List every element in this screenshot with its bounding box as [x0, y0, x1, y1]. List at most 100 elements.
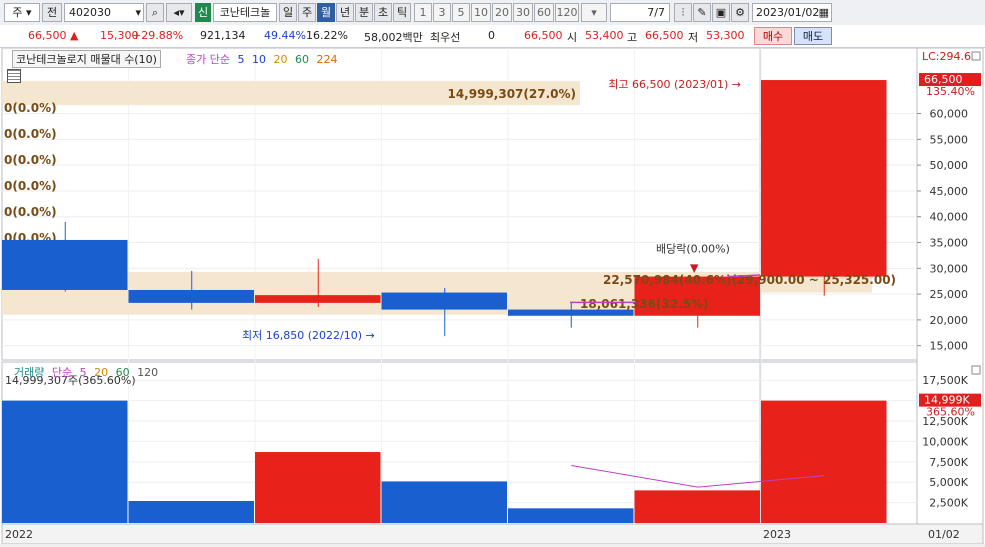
calendar-icon[interactable]: ▦ — [819, 4, 829, 21]
price-scroll-marker[interactable] — [971, 51, 981, 61]
chart-area[interactable]: 14,999,307(27.0%) 0(0.0%) 0(0.0%) 0(0.0%) 0(… — [0, 47, 985, 545]
period-year[interactable]: 년 — [336, 3, 354, 22]
axis-top-label: LC:294.66 — [922, 50, 978, 63]
interval-custom[interactable]: ▾ — [581, 3, 607, 22]
volume-profile-zero-label: 0(0.0%) — [4, 179, 57, 193]
candle-body[interactable] — [255, 295, 381, 303]
period-second[interactable]: 초 — [374, 3, 392, 22]
volume-panel-title: 거래량 단순 5 20 60 120 — [14, 366, 159, 379]
volume-scroll-marker[interactable] — [971, 365, 981, 375]
price-tick-label: 55,000 — [930, 133, 969, 146]
interval-30[interactable]: 30 — [513, 3, 533, 22]
buy-button[interactable]: 매수 — [754, 27, 792, 45]
interval-1[interactable]: 1 — [414, 3, 432, 22]
interval-10[interactable]: 10 — [471, 3, 491, 22]
search-icon[interactable]: ⌕ — [146, 3, 164, 22]
ma-legend: 종가 단순 5 10 20 60 224 — [186, 51, 337, 67]
volume-bar[interactable] — [255, 452, 381, 523]
volume-profile-zero-label: 0(0.0%) — [4, 127, 57, 141]
priority-value: 0 — [488, 29, 495, 42]
vol-legend-120: 120 — [133, 366, 159, 379]
price-tick-label: 45,000 — [930, 185, 969, 198]
interval-20[interactable]: 20 — [492, 3, 512, 22]
candle-body[interactable] — [381, 292, 508, 310]
volume-profile-zero-label: 0(0.0%) — [4, 153, 57, 167]
volume-value: 921,134 — [200, 29, 246, 42]
ma-legend-10: 10 — [248, 53, 266, 66]
volume-bar[interactable] — [508, 508, 634, 523]
volume-tick-label: 17,500K — [922, 374, 968, 387]
x-axis-label-2022: 2022 — [5, 528, 33, 541]
close-price: 66,500 — [524, 29, 563, 42]
table-icon[interactable] — [7, 69, 21, 83]
price-tick-label: 25,000 — [930, 288, 969, 301]
gear-icon[interactable]: ⚙ — [731, 3, 749, 22]
market-select[interactable]: 주 ▾ — [4, 3, 40, 22]
x-axis-corner-label: 01/02 — [928, 528, 960, 541]
annotation-dividend: 배당락(0.00%) — [656, 242, 730, 255]
candle-body[interactable] — [2, 239, 128, 290]
draw-tool-icon[interactable]: ✎ — [693, 3, 711, 22]
price-tick-label: 60,000 — [930, 108, 969, 121]
current-price: 66,500 ▲ — [28, 29, 79, 42]
price-tick-label: 20,000 — [930, 314, 969, 327]
dividend-marker-icon: ▼ — [690, 261, 699, 274]
price-tick-label: 15,000 — [930, 340, 969, 353]
price-tick-label: 50,000 — [930, 159, 969, 172]
candle-body[interactable] — [128, 289, 255, 303]
quote-bar: 66,500 ▲ 15,300 +29.88% 921,134 49.44% 1… — [0, 25, 985, 48]
period-minute[interactable]: 분 — [355, 3, 373, 22]
date-field[interactable]: 2023/01/02 ▦ — [752, 3, 832, 22]
chart-svg[interactable]: 14,999,307(27.0%) 0(0.0%) 0(0.0%) 0(0.0%) 0(… — [0, 47, 985, 545]
price-tick-label: 40,000 — [930, 211, 969, 224]
axis-pct-tag: 135.40% — [926, 85, 975, 98]
volume-bar[interactable] — [128, 500, 255, 523]
vol-legend-60: 60 — [112, 366, 130, 379]
code-input[interactable]: 402030 ▾ — [64, 3, 144, 22]
price-panel-title[interactable]: 코난테크놀로지 매물대 수(10) — [12, 50, 161, 68]
interval-120[interactable]: 120 — [555, 3, 579, 22]
annotation-high: 최고 66,500 (2023/01) → — [608, 78, 741, 91]
open-label: 시 — [567, 31, 578, 44]
volume-profile-zero-label: 0(0.0%) — [4, 205, 57, 219]
volume-bar[interactable] — [634, 490, 761, 523]
interval-5[interactable]: 5 — [452, 3, 470, 22]
period-week[interactable]: 주 — [298, 3, 316, 22]
priority-label: 최우선 — [430, 31, 461, 44]
high-label: 고 — [627, 31, 638, 44]
low-price: 53,300 — [706, 29, 745, 42]
sell-button[interactable]: 매도 — [794, 27, 832, 45]
period-tick[interactable]: 틱 — [393, 3, 411, 22]
volume-bar[interactable] — [761, 400, 887, 523]
volume-bar[interactable] — [2, 400, 128, 523]
volume-tick-label: 10,000K — [922, 435, 968, 448]
x-axis-area — [1, 523, 984, 545]
page-counter[interactable]: 7/7 — [610, 3, 670, 22]
candle-body[interactable] — [761, 80, 887, 277]
volume-tick-label: 2,500K — [929, 497, 968, 510]
vol-legend-5: 5 — [79, 366, 87, 379]
period-day[interactable]: 일 — [279, 3, 297, 22]
high-price: 66,500 — [645, 29, 684, 42]
code-prefix: 전 — [42, 3, 62, 22]
price-change-pct: +29.88% — [132, 29, 184, 42]
price-tick-label: 35,000 — [930, 237, 969, 250]
period-month[interactable]: 월 — [317, 3, 335, 22]
interval-3[interactable]: 3 — [433, 3, 451, 22]
chevron-down-icon[interactable]: ▾ — [135, 4, 141, 21]
chart-type-icon[interactable]: ⫶ — [674, 3, 692, 22]
save-icon[interactable]: ▣ — [712, 3, 730, 22]
x-axis-label-2023: 2023 — [763, 528, 791, 541]
trade-amount: 58,002백만 — [364, 31, 423, 44]
volume-bar[interactable] — [381, 481, 508, 523]
volume-profile-zero-label: 0(0.0%) — [4, 101, 57, 115]
up-arrow-icon: ▲ — [70, 29, 79, 42]
ma-legend-label: 종가 단순 — [186, 53, 230, 66]
ma-legend-60: 60 — [291, 53, 309, 66]
low-label: 저 — [688, 31, 699, 44]
interval-60[interactable]: 60 — [534, 3, 554, 22]
ma-legend-5: 5 — [237, 53, 245, 66]
speaker-icon[interactable]: ◂▾ — [166, 3, 192, 22]
annotation-low: 최저 16,850 (2022/10) → — [242, 329, 375, 342]
price-tick-label: 30,000 — [930, 262, 969, 275]
